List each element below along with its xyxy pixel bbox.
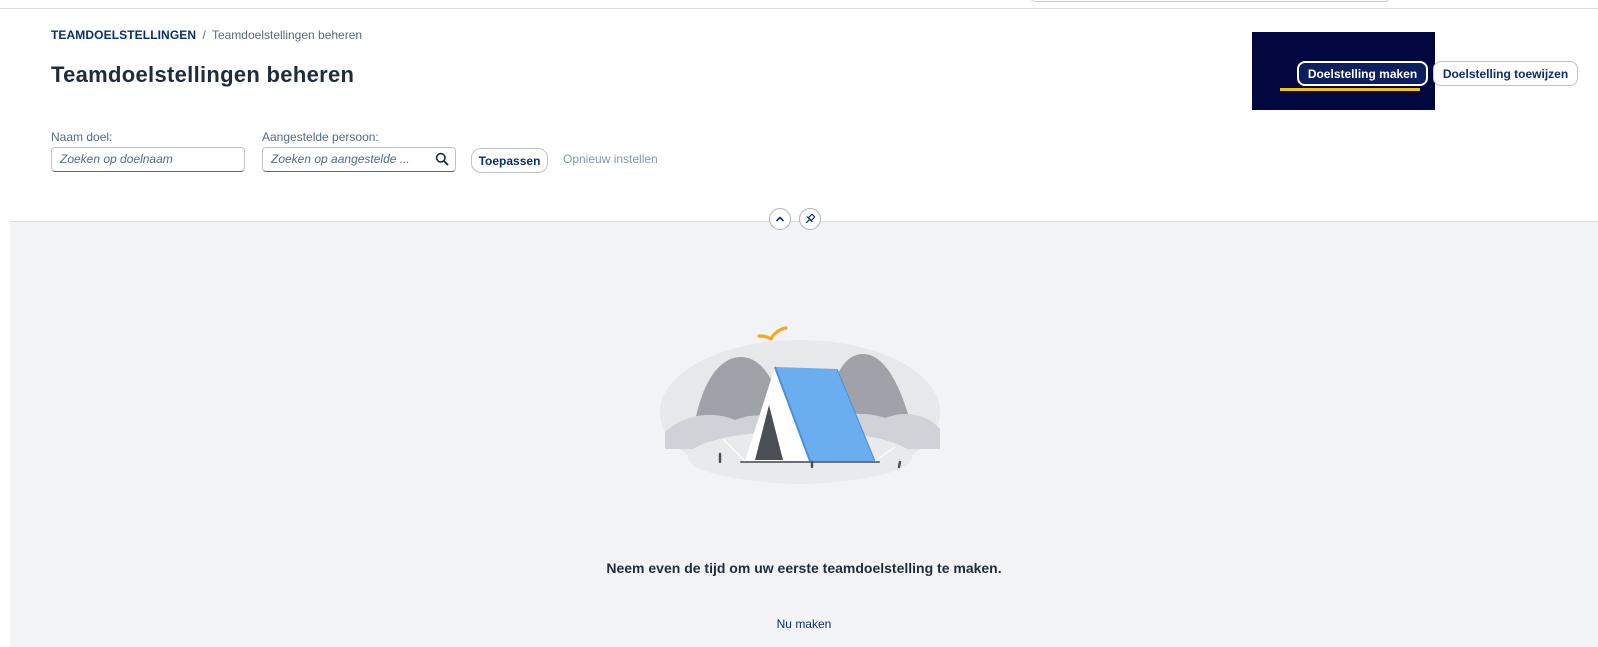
breadcrumb: TEAMDOELSTELLINGEN / Teamdoelstellingen … bbox=[51, 28, 362, 42]
reset-filters-button[interactable]: Opnieuw instellen bbox=[563, 152, 658, 166]
empty-state-message: Neem even de tijd om uw eerste teamdoels… bbox=[606, 560, 1002, 576]
goal-name-placeholder: Zoeken op doelnaam bbox=[60, 152, 173, 166]
chevron-up-icon bbox=[776, 216, 784, 222]
pin-header-button[interactable] bbox=[799, 208, 821, 230]
page-title: Teamdoelstellingen beheren bbox=[51, 62, 355, 87]
assignee-label: Aangestelde persoon: bbox=[262, 130, 379, 144]
breadcrumb-link-team-goals[interactable]: TEAMDOELSTELLINGEN bbox=[51, 28, 196, 42]
focus-highlight-underline bbox=[1280, 88, 1420, 91]
goal-name-search-input[interactable]: Zoeken op doelnaam bbox=[51, 147, 245, 172]
pin-icon bbox=[805, 213, 816, 224]
assignee-placeholder: Zoeken op aangestelde ... bbox=[271, 152, 410, 166]
focus-highlight-top-edge bbox=[1252, 29, 1435, 32]
collapse-header-button[interactable] bbox=[769, 208, 791, 230]
search-icon[interactable] bbox=[435, 152, 449, 166]
page-header: TEAMDOELSTELLINGEN / Teamdoelstellingen … bbox=[10, 10, 1598, 222]
assignee-search-input[interactable]: Zoeken op aangestelde ... bbox=[262, 147, 456, 172]
content-area: Neem even de tijd om uw eerste teamdoels… bbox=[10, 222, 1598, 647]
shell-search-field[interactable] bbox=[1030, 0, 1390, 2]
breadcrumb-separator: / bbox=[202, 28, 206, 42]
assign-goal-button[interactable]: Doelstelling toewijzen bbox=[1433, 61, 1578, 86]
apply-filters-button[interactable]: Toepassen bbox=[471, 148, 548, 173]
top-shell-bar bbox=[0, 0, 1598, 9]
create-now-link[interactable]: Nu maken bbox=[777, 617, 832, 631]
tent-camping-illustration bbox=[660, 326, 940, 484]
goal-name-label: Naam doel: bbox=[51, 130, 113, 144]
breadcrumb-current: Teamdoelstellingen beheren bbox=[211, 28, 363, 42]
create-goal-button[interactable]: Doelstelling maken bbox=[1297, 61, 1428, 86]
